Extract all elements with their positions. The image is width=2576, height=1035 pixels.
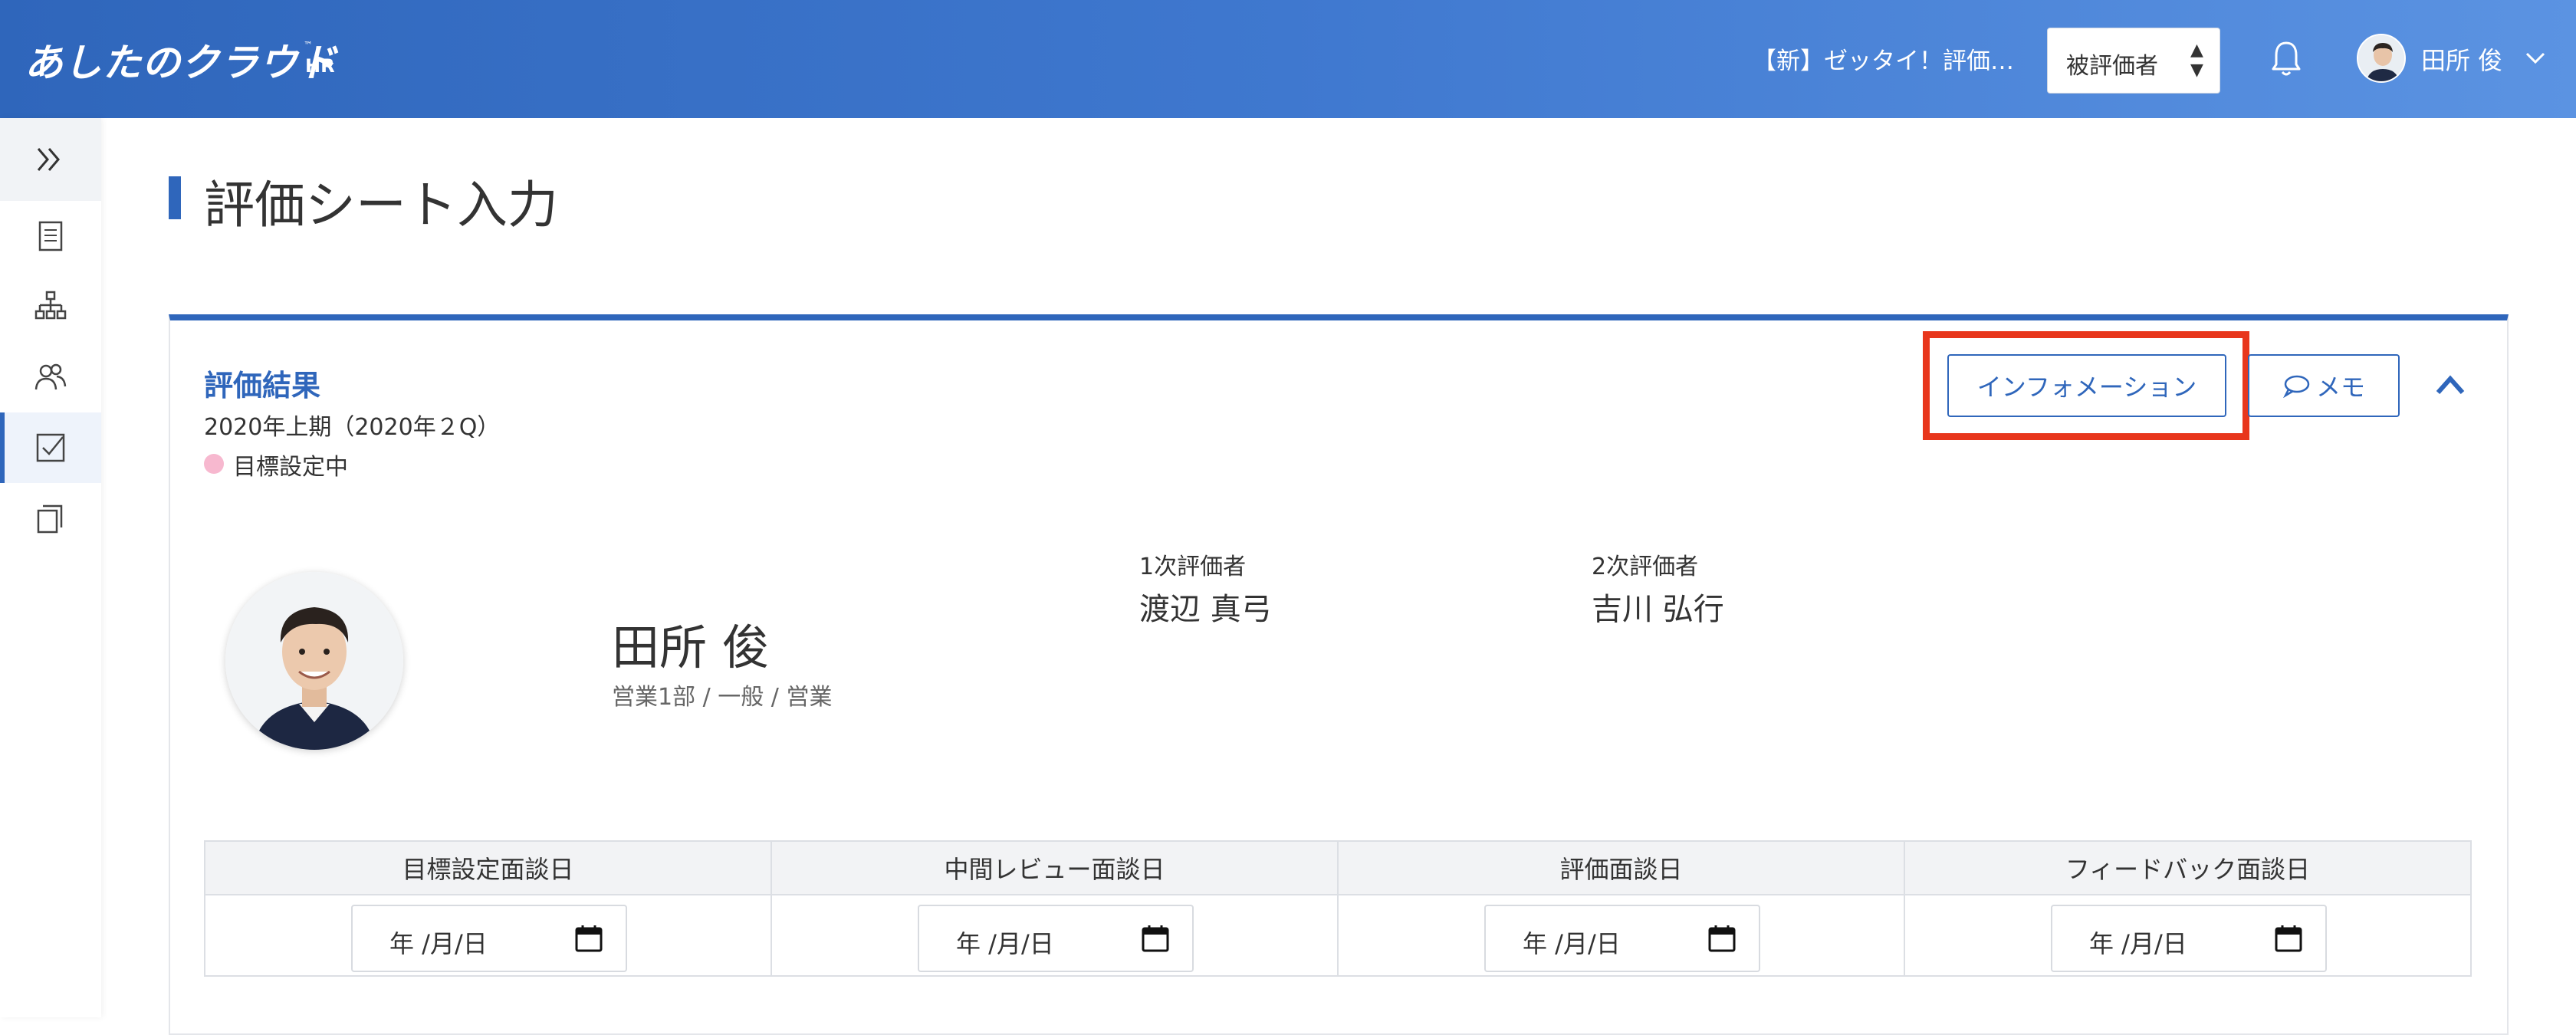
select-arrows-icon: ▲ ▼ bbox=[2190, 41, 2203, 80]
role-select-value: 被評価者 bbox=[2066, 53, 2158, 80]
sidebar bbox=[0, 118, 101, 1017]
section-title: 評価結果 bbox=[204, 369, 321, 402]
status-dot bbox=[204, 454, 224, 474]
interview-date-column: 中間レビュー面談日 年 /月/日 bbox=[772, 842, 1339, 975]
sheet-title[interactable]: 【新】ゼッタイ！評価… bbox=[1753, 41, 2014, 76]
column-header: 中間レビュー面談日 bbox=[772, 842, 1337, 895]
double-chevron-right-icon bbox=[37, 148, 60, 171]
sidebar-item-copy[interactable] bbox=[0, 483, 101, 554]
logo-sub: HR bbox=[305, 55, 335, 77]
calendar-icon[interactable] bbox=[2273, 923, 2304, 954]
sidebar-item-users[interactable] bbox=[0, 342, 101, 412]
column-header: フィードバック面談日 bbox=[1905, 842, 2470, 895]
page-title: 評価シート入力 bbox=[204, 176, 558, 235]
user-avatar[interactable] bbox=[2357, 34, 2406, 83]
calendar-icon[interactable] bbox=[573, 923, 604, 954]
checkbox-icon bbox=[36, 433, 65, 462]
memo-button-label: メモ bbox=[2315, 373, 2365, 402]
date-placeholder: 年 /月/日 bbox=[2089, 929, 2187, 958]
users-icon bbox=[34, 363, 67, 390]
org-chart-icon bbox=[34, 291, 67, 320]
calendar-icon[interactable] bbox=[1707, 923, 1737, 954]
user-name[interactable]: 田所 俊 bbox=[2421, 41, 2502, 77]
employee-department: 営業1部 / 一般 / 営業 bbox=[612, 684, 833, 711]
speech-bubble-icon bbox=[2283, 375, 2310, 398]
document-icon bbox=[38, 221, 63, 251]
status-text: 目標設定中 bbox=[233, 454, 348, 481]
sidebar-item-evaluation[interactable] bbox=[0, 412, 101, 483]
column-header: 評価面談日 bbox=[1339, 842, 1904, 895]
column-header: 目標設定面談日 bbox=[205, 842, 770, 895]
feedback-interview-date-input[interactable]: 年 /月/日 bbox=[2051, 905, 2327, 972]
bell-icon[interactable] bbox=[2269, 38, 2303, 80]
sidebar-item-documents[interactable] bbox=[0, 201, 101, 271]
app-header: あしたのクラウド ™ HR 【新】ゼッタイ！評価… 被評価者 ▲ ▼ 田所 俊 bbox=[0, 0, 2576, 118]
goal-interview-date-input[interactable]: 年 /月/日 bbox=[351, 905, 627, 972]
evaluation-period: 2020年上期（2020年２Q） bbox=[204, 414, 501, 441]
second-evaluator-label: 2次評価者 bbox=[1592, 554, 1699, 580]
date-placeholder: 年 /月/日 bbox=[1523, 929, 1621, 958]
logo-trademark: ™ bbox=[304, 40, 313, 51]
first-evaluator-name: 渡辺 真弓 bbox=[1139, 592, 1272, 627]
employee-name: 田所 俊 bbox=[612, 619, 770, 675]
calendar-icon[interactable] bbox=[1140, 923, 1171, 954]
date-placeholder: 年 /月/日 bbox=[956, 929, 1054, 958]
evaluation-interview-date-input[interactable]: 年 /月/日 bbox=[1484, 905, 1760, 972]
midterm-review-date-input[interactable]: 年 /月/日 bbox=[918, 905, 1194, 972]
date-placeholder: 年 /月/日 bbox=[389, 929, 488, 958]
app-logo[interactable]: あしたのクラウド bbox=[25, 32, 337, 87]
memo-button[interactable]: メモ bbox=[2248, 354, 2400, 417]
interview-dates-table: 目標設定面談日 年 /月/日 中間レビュー面談日 年 /月/日 評価面談日 年 … bbox=[204, 840, 2472, 977]
interview-date-column: 評価面談日 年 /月/日 bbox=[1339, 842, 1905, 975]
interview-date-column: 目標設定面談日 年 /月/日 bbox=[205, 842, 772, 975]
chevron-up-icon[interactable] bbox=[2432, 370, 2469, 400]
page-title-accent bbox=[169, 176, 181, 219]
copy-icon bbox=[37, 504, 63, 534]
first-evaluator-label: 1次評価者 bbox=[1139, 554, 1247, 580]
role-select[interactable]: 被評価者 ▲ ▼ bbox=[2047, 28, 2220, 94]
employee-avatar bbox=[225, 572, 403, 750]
sidebar-item-organization[interactable] bbox=[0, 271, 101, 342]
highlight-box bbox=[1923, 331, 2249, 440]
sidebar-toggle[interactable] bbox=[0, 118, 101, 201]
interview-date-column: フィードバック面談日 年 /月/日 bbox=[1905, 842, 2470, 975]
chevron-down-icon[interactable] bbox=[2522, 44, 2548, 71]
second-evaluator-name: 吉川 弘行 bbox=[1592, 592, 1724, 627]
